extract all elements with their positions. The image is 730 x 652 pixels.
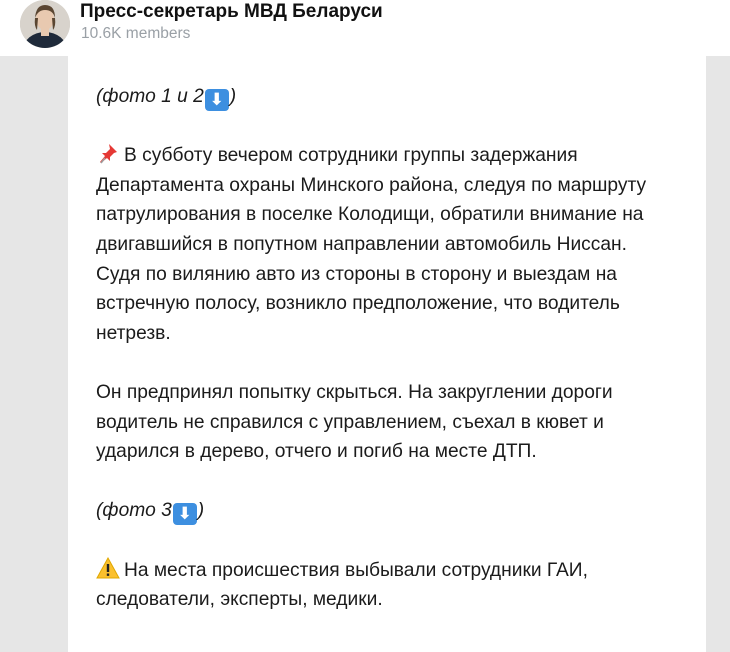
paragraph-1-line-2: Департамента охраны Минского района, сле… xyxy=(96,174,647,196)
photo-caption-1-2-close: ) xyxy=(229,86,237,107)
paragraph-1-line-4: двигавшийся в попутном направлении автом… xyxy=(96,233,627,255)
paragraph-1-line-1: В субботу вечером сотрудники группы заде… xyxy=(124,145,578,167)
chat-area[interactable]: (фото 1 и 2 ⬇) В субботу вечером сотрудни… xyxy=(0,56,730,652)
paragraph-3-line-1: На места происшествия выбывали сотрудник… xyxy=(124,559,588,581)
paragraph-3-line-2: следователи, эксперты, медики. xyxy=(96,589,383,611)
paragraph-1-line-6: встречную полосу, возникло предположение… xyxy=(96,293,620,315)
paragraph-1-line-7: нетрезв. xyxy=(96,322,171,344)
paragraph-2: Он предпринял попытку скрыться. На закру… xyxy=(96,378,696,467)
warning-icon xyxy=(96,556,120,579)
paragraph-3: На места происшествия выбывали сотрудник… xyxy=(96,556,696,615)
members-count: 10.6K members xyxy=(81,25,191,42)
channel-header: Пресс-секретарь МВД Беларуси 10.6K membe… xyxy=(0,0,730,52)
paragraph-1-line-5: Судя по вилянию авто из стороны в сторон… xyxy=(96,263,617,285)
pin-icon xyxy=(96,142,120,164)
photo-caption-1-2-text: (фото 1 и 2 xyxy=(96,86,204,107)
paragraph-1: В субботу вечером сотрудники группы заде… xyxy=(96,141,696,348)
message-bubble: (фото 1 и 2 ⬇) В субботу вечером сотрудни… xyxy=(68,56,706,652)
photo-caption-3-text: (фото 3 xyxy=(96,500,172,522)
paragraph-1-line-3: патрулирования в поселке Колодищи, обрат… xyxy=(96,204,644,226)
photo-caption-3: (фото 3 ⬇) xyxy=(96,496,696,526)
paragraph-2-line-3: ударился в дерево, отчего и погиб на мес… xyxy=(96,441,537,463)
paragraph-2-line-2: водитель не справился с управлением, съе… xyxy=(96,411,604,433)
photo-caption-1-2: (фото 1 и 2 ⬇) xyxy=(96,82,696,112)
photo-caption-3-close: ) xyxy=(197,500,205,522)
channel-name[interactable]: Пресс-секретарь МВД Беларуси xyxy=(80,1,383,23)
paragraph-2-line-1: Он предпринял попытку скрыться. На закру… xyxy=(96,381,613,403)
post-text: (фото 1 и 2 ⬇) В субботу вечером сотрудни… xyxy=(96,82,696,615)
channel-avatar[interactable] xyxy=(20,0,70,48)
down-arrow-icon: ⬇ xyxy=(172,503,197,526)
down-arrow-icon: ⬇ xyxy=(204,89,229,111)
